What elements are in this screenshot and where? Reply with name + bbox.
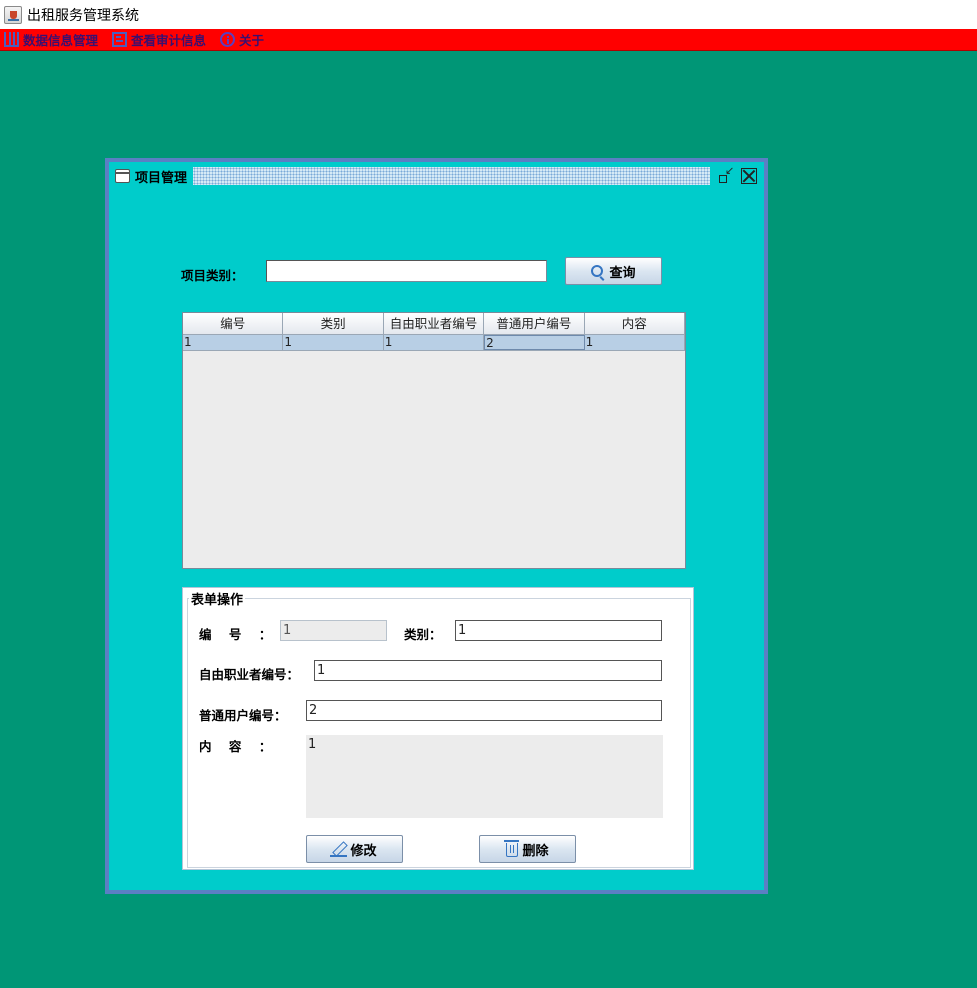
trash-icon	[504, 840, 520, 857]
frame-title: 项目管理	[135, 170, 188, 186]
java-app-icon	[4, 5, 22, 24]
table-cell[interactable]: 1	[183, 335, 284, 350]
close-icon[interactable]	[741, 168, 757, 184]
window-icon	[115, 169, 130, 183]
column-header[interactable]: 自由职业者编号	[384, 313, 485, 334]
content-textarea[interactable]: 1	[306, 735, 663, 818]
audit-icon	[112, 32, 128, 47]
titlebar-grip	[193, 167, 710, 185]
search-button-label: 查询	[609, 265, 636, 281]
table-cell[interactable]: 2	[484, 335, 585, 350]
project-table[interactable]: 编号 类别 自由职业者编号 普通用户编号 内容 1 1 1 2 1	[182, 312, 686, 569]
form-panel: 表单操作 编 号 ： 1 类别： 1 自由职业者编号： 1 普通用户编号： 2 …	[182, 587, 694, 870]
frame-titlebar[interactable]: 项目管理	[109, 162, 764, 190]
content-label: 内 容 ：	[199, 739, 272, 754]
edit-button-label: 修改	[350, 843, 377, 859]
freelancer-id-field[interactable]: 1	[314, 660, 662, 681]
column-header[interactable]: 编号	[183, 313, 284, 334]
column-header[interactable]: 普通用户编号	[484, 313, 585, 334]
table-cell[interactable]: 1	[283, 335, 384, 350]
category-field[interactable]: 1	[455, 620, 662, 641]
search-icon	[591, 265, 604, 277]
id-label: 编 号 ：	[199, 627, 272, 642]
project-management-frame: 项目管理 项目类别： 查询 编号 类别 自由职业者编号 普通用户编号 内容 1 …	[105, 158, 768, 894]
user-id-field[interactable]: 2	[306, 700, 662, 721]
info-icon	[220, 32, 236, 47]
form-legend: 表单操作	[189, 589, 246, 608]
column-header[interactable]: 内容	[585, 313, 685, 334]
table-row[interactable]: 1 1 1 2 1	[183, 335, 685, 351]
menu-label: 数据信息管理	[23, 33, 99, 48]
category-search-input[interactable]	[266, 260, 547, 282]
menubar: 数据信息管理 查看审计信息 关于	[0, 29, 977, 51]
column-header[interactable]: 类别	[283, 313, 384, 334]
freelancer-id-label: 自由职业者编号：	[199, 667, 300, 682]
database-icon	[4, 32, 19, 47]
table-cell[interactable]: 1	[585, 335, 685, 350]
restore-icon[interactable]	[718, 164, 734, 184]
table-cell[interactable]: 1	[384, 335, 485, 350]
menu-audit-info[interactable]: 查看审计信息	[112, 30, 206, 49]
menu-label: 查看审计信息	[131, 33, 207, 48]
user-id-label: 普通用户编号：	[199, 708, 287, 723]
category-label: 类别：	[404, 627, 442, 642]
search-label: 项目类别：	[181, 268, 244, 283]
window-titlebar: 出租服务管理系统	[0, 0, 977, 29]
window-title: 出租服务管理系统	[27, 7, 139, 24]
search-button[interactable]: 查询	[565, 257, 662, 285]
table-header: 编号 类别 自由职业者编号 普通用户编号 内容	[183, 313, 685, 335]
delete-button[interactable]: 删除	[479, 835, 576, 863]
menu-label: 关于	[239, 33, 265, 48]
edit-button[interactable]: 修改	[306, 835, 403, 863]
delete-button-label: 删除	[522, 843, 549, 859]
id-field: 1	[280, 620, 387, 641]
menu-data-management[interactable]: 数据信息管理	[4, 30, 98, 49]
pencil-icon	[330, 842, 348, 857]
menu-about[interactable]: 关于	[220, 30, 264, 49]
